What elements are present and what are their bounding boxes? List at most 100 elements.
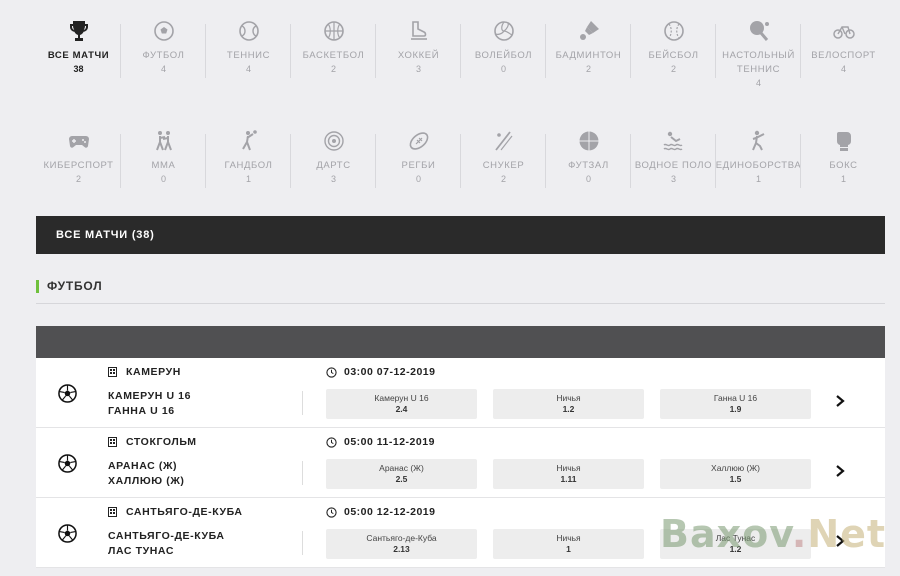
clock-icon xyxy=(326,366,337,378)
time-text: 05:00 11-12-2019 xyxy=(344,436,435,448)
sport-darts[interactable]: ДАРТС 3 xyxy=(291,124,376,202)
odd-label: Сантьяго-де-Куба xyxy=(366,533,437,543)
odd-away-button[interactable]: Ганна U 16 1.9 xyxy=(660,389,811,419)
match-time: 03:00 07-12-2019 xyxy=(326,366,435,378)
team-away: ЛАС ТУНАС xyxy=(108,545,175,557)
chevron-right-icon[interactable] xyxy=(834,464,846,478)
odd-value: 1.5 xyxy=(729,474,742,484)
clock-icon xyxy=(326,436,337,448)
matches-table-header xyxy=(36,326,885,358)
trophy-icon xyxy=(67,14,91,48)
sport-martial-arts[interactable]: ЕДИНОБОРСТВА 1 xyxy=(716,124,801,202)
sport-name: ВОЛЕЙБОЛ xyxy=(474,50,533,61)
sport-mma[interactable]: MMA 0 xyxy=(121,124,206,202)
sport-futsal[interactable]: ФУТЗАЛ 0 xyxy=(546,124,631,202)
match-teams: АРАНАС (Ж) ХАЛЛЮЮ (Ж) xyxy=(108,459,185,489)
sport-esports[interactable]: КИБЕРСПОРТ 2 xyxy=(36,124,121,202)
futsal-ball-icon xyxy=(577,124,601,158)
team-away: ХАЛЛЮЮ (Ж) xyxy=(108,475,185,487)
sport-count: 3 xyxy=(330,174,336,184)
sport-tennis[interactable]: ТЕННИС 4 xyxy=(206,14,291,92)
sport-name: БЕЙСБОЛ xyxy=(648,50,699,61)
odd-home-button[interactable]: Камерун U 16 2.4 xyxy=(326,389,477,419)
sport-boxing[interactable]: БОКС 1 xyxy=(801,124,886,202)
odd-label: Ничья xyxy=(556,393,581,403)
sport-count: 2 xyxy=(330,64,336,74)
sport-snooker[interactable]: СНУКЕР 2 xyxy=(461,124,546,202)
section-title-text: ФУТБОЛ xyxy=(47,279,103,293)
sport-count: 0 xyxy=(585,174,591,184)
sport-name: БОКС xyxy=(829,160,858,171)
sport-basketball[interactable]: БАСКЕТБОЛ 2 xyxy=(291,14,376,92)
odd-value: 2.5 xyxy=(395,474,408,484)
sport-count: 4 xyxy=(245,64,251,74)
odd-value: 2.13 xyxy=(393,544,410,554)
sport-cycling[interactable]: ВЕЛОСПОРТ 4 xyxy=(801,14,886,92)
sport-count: 2 xyxy=(75,174,81,184)
section-accent-mark xyxy=(36,280,39,293)
team-home: АРАНАС (Ж) xyxy=(108,460,178,472)
sport-football[interactable]: ФУТБОЛ 4 xyxy=(121,14,206,92)
sport-badminton[interactable]: БАДМИНТОН 2 xyxy=(546,14,631,92)
building-icon xyxy=(108,367,117,377)
sport-count: 4 xyxy=(160,64,166,74)
sport-count: 0 xyxy=(415,174,421,184)
sports-row-1: ВСЕ МАТЧИ 38 ФУТБОЛ 4 ТЕННИС 4 БАСКЕТБОЛ… xyxy=(36,14,886,92)
match-row: СТОКГОЛЬМ АРАНАС (Ж) ХАЛЛЮЮ (Ж) 05:00 11… xyxy=(36,428,885,498)
odd-label: Ничья xyxy=(556,533,581,543)
location-name: СТОКГОЛЬМ xyxy=(126,436,197,448)
sport-table-tennis[interactable]: НАСТОЛЬНЫЙ ТЕННИС 4 xyxy=(716,14,801,92)
sport-water-polo[interactable]: ВОДНОЕ ПОЛО 3 xyxy=(631,124,716,202)
sport-name: СНУКЕР xyxy=(482,160,525,171)
match-teams: КАМЕРУН U 16 ГАННА U 16 xyxy=(108,389,191,419)
sport-count: 1 xyxy=(245,174,251,184)
odd-home-button[interactable]: Аранас (Ж) 2.5 xyxy=(326,459,477,489)
sport-name: КИБЕРСПОРТ xyxy=(43,160,114,171)
building-icon xyxy=(108,507,117,517)
clock-icon xyxy=(326,506,337,518)
sport-baseball[interactable]: БЕЙСБОЛ 2 xyxy=(631,14,716,92)
handball-icon xyxy=(237,124,261,158)
odd-draw-button[interactable]: Ничья 1 xyxy=(493,529,644,559)
sport-count: 2 xyxy=(670,64,676,74)
odd-draw-button[interactable]: Ничья 1.2 xyxy=(493,389,644,419)
sport-name: ВСЕ МАТЧИ xyxy=(47,50,110,61)
soccer-ball-icon xyxy=(58,454,77,473)
sport-volleyball[interactable]: ВОЛЕЙБОЛ 0 xyxy=(461,14,546,92)
team-away: ГАННА U 16 xyxy=(108,405,175,417)
sport-count: 0 xyxy=(500,64,506,74)
baseball-icon xyxy=(662,14,686,48)
location-name: КАМЕРУН xyxy=(126,366,181,378)
odd-home-button[interactable]: Сантьяго-де-Куба 2.13 xyxy=(326,529,477,559)
volleyball-icon xyxy=(492,14,516,48)
team-home: КАМЕРУН U 16 xyxy=(108,390,192,402)
sport-rugby[interactable]: РЕГБИ 0 xyxy=(376,124,461,202)
chevron-right-icon[interactable] xyxy=(834,394,846,408)
building-icon xyxy=(108,437,117,447)
odd-value: 1.11 xyxy=(560,474,577,484)
sport-all-matches[interactable]: ВСЕ МАТЧИ 38 xyxy=(36,14,121,92)
match-location: САНТЬЯГО-ДЕ-КУБА xyxy=(108,506,243,518)
rugby-ball-icon xyxy=(407,124,431,158)
watermark-part: Baxov xyxy=(660,512,792,556)
gamepad-icon xyxy=(67,124,91,158)
sport-name: ВЕЛОСПОРТ xyxy=(811,50,876,61)
basketball-icon xyxy=(322,14,346,48)
odd-label: Аранас (Ж) xyxy=(379,463,424,473)
sport-count: 4 xyxy=(755,78,761,88)
sport-handball[interactable]: ГАНДБОЛ 1 xyxy=(206,124,291,202)
tennis-ball-icon xyxy=(237,14,261,48)
odd-value: 1.9 xyxy=(729,404,742,414)
shuttlecock-icon xyxy=(577,14,601,48)
sport-name: ДАРТС xyxy=(316,160,351,171)
odd-label: Ничья xyxy=(556,463,581,473)
sport-name: ФУТЗАЛ xyxy=(568,160,609,171)
sport-hockey[interactable]: ХОККЕЙ 3 xyxy=(376,14,461,92)
sport-name: ГАНДБОЛ xyxy=(224,160,273,171)
sport-count: 3 xyxy=(415,64,421,74)
divider xyxy=(302,461,303,485)
odd-draw-button[interactable]: Ничья 1.11 xyxy=(493,459,644,489)
sport-name: БАСКЕТБОЛ xyxy=(302,50,365,61)
all-matches-bar[interactable]: ВСЕ МАТЧИ (38) xyxy=(36,216,885,254)
odd-away-button[interactable]: Халлюю (Ж) 1.5 xyxy=(660,459,811,489)
